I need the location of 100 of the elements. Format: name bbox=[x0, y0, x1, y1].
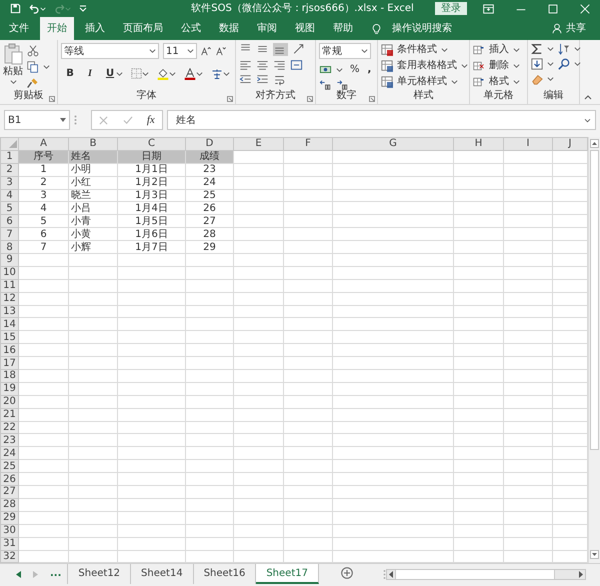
share-button[interactable]: 共享 bbox=[566, 21, 586, 36]
row-header[interactable]: 7 bbox=[0, 228, 18, 241]
table-cell: 成绩 bbox=[186, 150, 234, 164]
row-header[interactable]: 9 bbox=[0, 254, 18, 266]
table-cell: 小青 bbox=[68, 214, 118, 228]
table-cell: 小明 bbox=[68, 163, 118, 176]
column-header[interactable]: D bbox=[186, 138, 234, 150]
row-header[interactable]: 17 bbox=[0, 356, 18, 370]
percent-button[interactable]: % bbox=[350, 63, 360, 77]
row-header[interactable]: 15 bbox=[0, 330, 18, 344]
table-cell: 23 bbox=[186, 163, 234, 176]
table-cell: 4 bbox=[18, 202, 68, 215]
row-header[interactable]: 27 bbox=[0, 486, 18, 498]
row-header[interactable]: 25 bbox=[0, 460, 18, 473]
row-header[interactable]: 6 bbox=[0, 214, 18, 228]
font-size-dropdown[interactable]: 11 bbox=[163, 43, 197, 59]
column-header[interactable]: C bbox=[118, 138, 186, 150]
sheet-tab[interactable]: Sheet14 bbox=[131, 564, 194, 584]
column-header[interactable]: F bbox=[284, 138, 332, 150]
table-cell: 5 bbox=[18, 214, 68, 228]
row-header[interactable]: 10 bbox=[0, 266, 18, 280]
window-title: 软件SOS（微信公众号：rjsos666）.xlsx - Excel bbox=[190, 2, 415, 16]
ribbon-tab[interactable]: 公式 bbox=[174, 17, 208, 40]
group-label: 字体 bbox=[136, 90, 156, 102]
paste-button[interactable]: 粘贴 bbox=[3, 65, 23, 79]
table-cell: 1 bbox=[18, 163, 68, 176]
style-button[interactable]: 套用表格格式 bbox=[397, 59, 457, 73]
login-button[interactable]: 登录 bbox=[435, 2, 467, 15]
insert-function-button[interactable]: fx bbox=[146, 112, 155, 128]
row-header[interactable]: 31 bbox=[0, 537, 18, 550]
column-header[interactable]: J bbox=[552, 138, 588, 150]
table-cell: 1月6日 bbox=[118, 228, 186, 241]
table-cell: 1月4日 bbox=[118, 202, 186, 215]
name-box[interactable]: B1 bbox=[4, 110, 70, 130]
table-cell: 1月3日 bbox=[118, 189, 186, 202]
row-header[interactable]: 5 bbox=[0, 202, 18, 215]
group-label: 数字 bbox=[336, 90, 356, 102]
cells-button[interactable]: 删除 bbox=[489, 59, 509, 73]
cells-button[interactable]: 插入 bbox=[489, 43, 509, 57]
column-header[interactable]: G bbox=[332, 138, 454, 150]
ribbon-tab[interactable]: 视图 bbox=[288, 17, 322, 40]
italic-button[interactable]: I bbox=[84, 66, 96, 81]
row-header[interactable]: 26 bbox=[0, 472, 18, 486]
row-header[interactable]: 23 bbox=[0, 434, 18, 447]
ribbon-tab[interactable]: 文件 bbox=[2, 17, 36, 40]
row-header[interactable]: 12 bbox=[0, 292, 18, 306]
row-header[interactable]: 29 bbox=[0, 511, 18, 524]
row-header[interactable]: 22 bbox=[0, 421, 18, 434]
column-header[interactable]: A bbox=[18, 138, 68, 150]
cells-button[interactable]: 格式 bbox=[489, 75, 509, 89]
column-header[interactable]: E bbox=[234, 138, 284, 150]
table-cell: 24 bbox=[186, 176, 234, 190]
table-cell: 日期 bbox=[118, 150, 186, 164]
row-header[interactable]: 13 bbox=[0, 305, 18, 318]
table-cell: 1月5日 bbox=[118, 214, 186, 228]
ribbon-tab[interactable]: 帮助 bbox=[326, 17, 360, 40]
row-header[interactable]: 28 bbox=[0, 498, 18, 512]
table-cell: 25 bbox=[186, 189, 234, 202]
column-header[interactable]: B bbox=[68, 138, 118, 150]
bold-button[interactable]: B bbox=[64, 66, 76, 81]
comma-button[interactable]: , bbox=[368, 63, 372, 77]
style-button[interactable]: 条件格式 bbox=[397, 43, 437, 57]
table-cell: 小辉 bbox=[68, 240, 118, 254]
row-header[interactable]: 18 bbox=[0, 370, 18, 382]
row-header[interactable]: 8 bbox=[0, 240, 18, 254]
row-header[interactable]: 11 bbox=[0, 279, 18, 292]
more-sheets-button[interactable]: ... bbox=[44, 564, 68, 584]
row-header[interactable]: 3 bbox=[0, 176, 18, 190]
row-header[interactable]: 19 bbox=[0, 382, 18, 396]
row-header[interactable]: 14 bbox=[0, 318, 18, 331]
ribbon-tab[interactable]: 数据 bbox=[212, 17, 246, 40]
row-header[interactable]: 4 bbox=[0, 189, 18, 202]
ribbon-tab[interactable]: 页面布局 bbox=[116, 17, 170, 40]
ribbon-tab[interactable]: 审阅 bbox=[250, 17, 284, 40]
table-cell: 1月1日 bbox=[118, 163, 186, 176]
underline-button[interactable]: U bbox=[104, 66, 116, 81]
number-format-dropdown[interactable]: 常规 bbox=[319, 43, 371, 59]
table-cell: 27 bbox=[186, 214, 234, 228]
table-cell: 7 bbox=[18, 240, 68, 254]
ribbon-tab[interactable]: 开始 bbox=[40, 17, 74, 40]
group-label: 单元格 bbox=[484, 90, 514, 102]
row-header[interactable]: 24 bbox=[0, 446, 18, 460]
row-header[interactable]: 21 bbox=[0, 408, 18, 422]
formula-input[interactable]: 姓名 bbox=[167, 110, 596, 130]
tell-me-search[interactable]: 操作说明搜索 bbox=[385, 17, 459, 40]
table-cell: 26 bbox=[186, 202, 234, 215]
group-label: 对齐方式 bbox=[256, 90, 296, 102]
sheet-tab[interactable]: Sheet12 bbox=[68, 564, 132, 584]
style-button[interactable]: 单元格样式 bbox=[397, 75, 447, 89]
column-header[interactable]: H bbox=[454, 138, 504, 150]
row-header[interactable]: 16 bbox=[0, 344, 18, 357]
font-name-dropdown[interactable]: 等线 bbox=[61, 43, 159, 59]
row-header[interactable]: 20 bbox=[0, 395, 18, 408]
row-header[interactable]: 1 bbox=[0, 150, 18, 164]
column-header[interactable]: I bbox=[504, 138, 552, 150]
ribbon-tab[interactable]: 插入 bbox=[78, 17, 112, 40]
sheet-tab[interactable]: Sheet17 bbox=[256, 564, 319, 584]
row-header[interactable]: 2 bbox=[0, 163, 18, 176]
row-header[interactable]: 30 bbox=[0, 524, 18, 538]
row-header[interactable]: 32 bbox=[0, 550, 18, 563]
